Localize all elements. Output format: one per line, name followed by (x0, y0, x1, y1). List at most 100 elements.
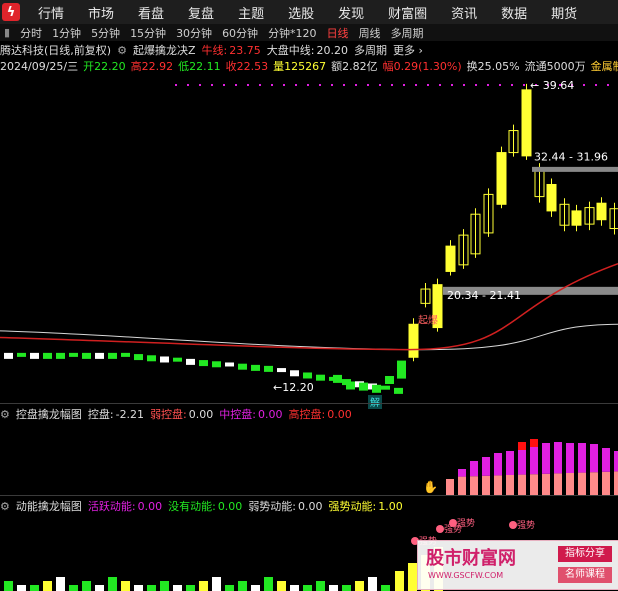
top-dotted-marker (283, 84, 285, 86)
top-nav-item[interactable]: 期货 (539, 3, 589, 22)
candle (596, 202, 607, 221)
active-momentum-value: 0.00 (137, 499, 163, 513)
top-nav-item[interactable]: 看盘 (126, 3, 176, 22)
top-dotted-marker (499, 84, 501, 86)
control-bar (566, 473, 574, 495)
teacher-course-tag[interactable]: 名师课程 (558, 567, 612, 583)
period-tab[interactable]: 1分钟 (52, 25, 81, 41)
candle (82, 352, 91, 359)
candle (186, 358, 195, 365)
candle (346, 381, 355, 390)
quote-close: 收22.53 (225, 60, 269, 73)
candle (381, 385, 390, 390)
control-bar (614, 451, 618, 472)
top-nav-item[interactable]: 发现 (326, 3, 376, 22)
momentum-bar (82, 581, 91, 591)
candle (147, 355, 156, 362)
top-menu-bar: ϟ 行情 市场 看盘 复盘 主题 选股 发现 财富圈 资讯 数据 期货 (0, 0, 618, 24)
control-bar (494, 475, 502, 495)
top-dotted-marker (343, 84, 345, 86)
quote-sector: 金属制品 (590, 60, 618, 73)
active-momentum-label: 活跃动能: (87, 500, 136, 513)
top-nav-item[interactable]: 行情 (26, 3, 76, 22)
period-tab[interactable]: 30分钟 (176, 25, 212, 41)
settings-gear-icon[interactable]: ⚙ (117, 44, 127, 57)
panel-divider (0, 403, 618, 404)
top-nav-item[interactable]: 选股 (276, 3, 326, 22)
panel2-title[interactable]: 控盘擒龙幅图 (16, 406, 82, 422)
top-dotted-marker (511, 84, 513, 86)
period-tab[interactable]: 多周期 (391, 25, 424, 41)
period-tab[interactable]: 日线 (327, 25, 349, 41)
top-nav-item[interactable]: 市场 (76, 3, 126, 22)
period-toolbar: ▮ 分时 1分钟 5分钟 15分钟 30分钟 60分钟 分钟*120 日线 周线 多周期 (0, 24, 618, 41)
settings-gear-icon[interactable]: ⚙ (0, 500, 10, 513)
candle (385, 375, 394, 384)
period-tab[interactable]: 5分钟 (91, 25, 120, 41)
price-high-label: ← 39.64 (530, 79, 574, 92)
no-momentum-value: 0.00 (217, 499, 243, 513)
mid-control-value: 0.00 (258, 407, 283, 421)
top-dotted-marker (247, 84, 249, 86)
candle (4, 352, 13, 359)
top-nav-item[interactable]: 财富圈 (376, 3, 439, 22)
weak-control-value: 0.00 (188, 407, 214, 421)
more-button[interactable]: 更多 › (393, 42, 423, 58)
control-bar (482, 475, 490, 495)
control-bar (482, 457, 490, 476)
quote-volume: 量125267 (273, 60, 327, 73)
candle (264, 365, 273, 372)
strong-momentum-tag: 强势 (517, 519, 535, 531)
period-tab[interactable]: 周线 (359, 25, 381, 41)
indicator-name[interactable]: 起爆擒龙决Z (133, 42, 196, 58)
momentum-bar (290, 585, 299, 591)
high-control-value: 0.00 (327, 407, 352, 421)
control-bar (518, 474, 526, 495)
strong-momentum-marker (449, 519, 457, 527)
momentum-bar (316, 581, 325, 591)
momentum-bar (4, 581, 13, 591)
candle (238, 363, 247, 370)
strong-momentum-value: 1.00 (378, 499, 403, 513)
momentum-bar (355, 581, 364, 591)
period-tab[interactable]: 15分钟 (130, 25, 166, 41)
candle (121, 352, 130, 357)
period-tab[interactable]: 分时 (20, 25, 42, 41)
control-bar (458, 469, 466, 477)
more-periods-button[interactable]: 多周期 (354, 42, 387, 58)
momentum-bar (134, 585, 143, 591)
candle (372, 384, 381, 393)
top-nav-item[interactable]: 复盘 (176, 3, 226, 22)
control-bar (578, 443, 586, 473)
control-bar (614, 471, 618, 495)
top-dotted-marker (595, 84, 597, 86)
top-dotted-marker (475, 84, 477, 86)
top-dotted-marker (523, 84, 525, 86)
candle (43, 352, 52, 359)
period-tab[interactable]: 60分钟 (222, 25, 258, 41)
candle (225, 362, 234, 367)
control-bar (542, 443, 550, 474)
top-nav-item[interactable]: 资讯 (439, 3, 489, 22)
top-dotted-marker (415, 84, 417, 86)
momentum-panel-header: ⚙ 动能擒龙幅图 活跃动能: 0.00 没有动能: 0.00 弱势动能: 0.0… (0, 498, 403, 514)
control-bar (554, 473, 562, 495)
control-bar (554, 442, 562, 474)
top-nav-item[interactable]: 主题 (226, 3, 276, 22)
candle (571, 210, 582, 226)
control-bar (458, 476, 466, 495)
momentum-bar (199, 581, 208, 591)
quote-low: 低22.11 (178, 60, 221, 73)
momentum-bar (30, 585, 39, 591)
panel3-title[interactable]: 动能擒龙幅图 (16, 498, 82, 514)
period-tab[interactable]: 分钟*120 (268, 25, 317, 41)
control-bar (470, 461, 478, 477)
top-dotted-marker (271, 84, 273, 86)
settings-gear-icon[interactable]: ⚙ (0, 408, 10, 421)
top-nav-item[interactable]: 数据 (489, 3, 539, 22)
indicator-share-tag[interactable]: 指标分享 (558, 546, 612, 562)
momentum-bar (95, 585, 104, 591)
momentum-bar (56, 577, 65, 591)
panel-toggle-icon[interactable]: ▮ (4, 26, 10, 39)
candle (160, 356, 169, 363)
